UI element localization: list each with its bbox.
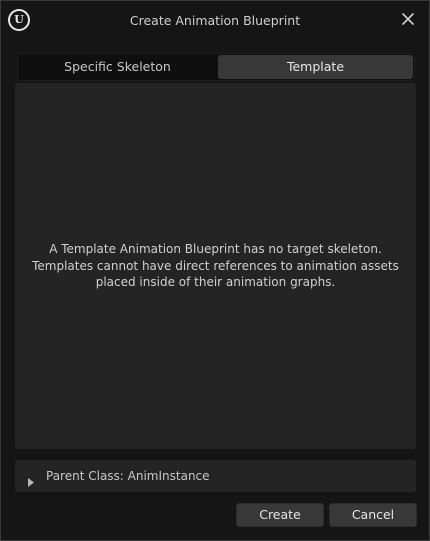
- tab-specific-skeleton[interactable]: Specific Skeleton: [19, 55, 216, 79]
- description-line-1: A Template Animation Blueprint has no ta…: [49, 242, 382, 256]
- parent-class-label: Parent Class: AnimInstance: [46, 469, 210, 483]
- cancel-button[interactable]: Cancel: [329, 503, 417, 527]
- triangle-right-icon[interactable]: [27, 472, 35, 487]
- description-line-3: placed inside of their animation graphs.: [95, 275, 336, 289]
- parent-class-expander[interactable]: Parent Class: AnimInstance: [15, 460, 416, 492]
- template-info-panel: A Template Animation Blueprint has no ta…: [15, 83, 416, 449]
- tab-template[interactable]: Template: [218, 55, 413, 79]
- title-bar: U Create Animation Blueprint: [1, 1, 429, 41]
- description-line-2: Templates cannot have direct references …: [32, 258, 399, 273]
- dialog-title: Create Animation Blueprint: [129, 13, 301, 28]
- template-description: A Template Animation Blueprint has no ta…: [15, 241, 416, 291]
- mode-tab-bar: Specific Skeleton Template: [17, 53, 415, 81]
- create-animation-blueprint-dialog: U Create Animation Blueprint Specific Sk…: [0, 0, 430, 541]
- close-icon[interactable]: [399, 10, 417, 28]
- create-button[interactable]: Create: [236, 503, 324, 527]
